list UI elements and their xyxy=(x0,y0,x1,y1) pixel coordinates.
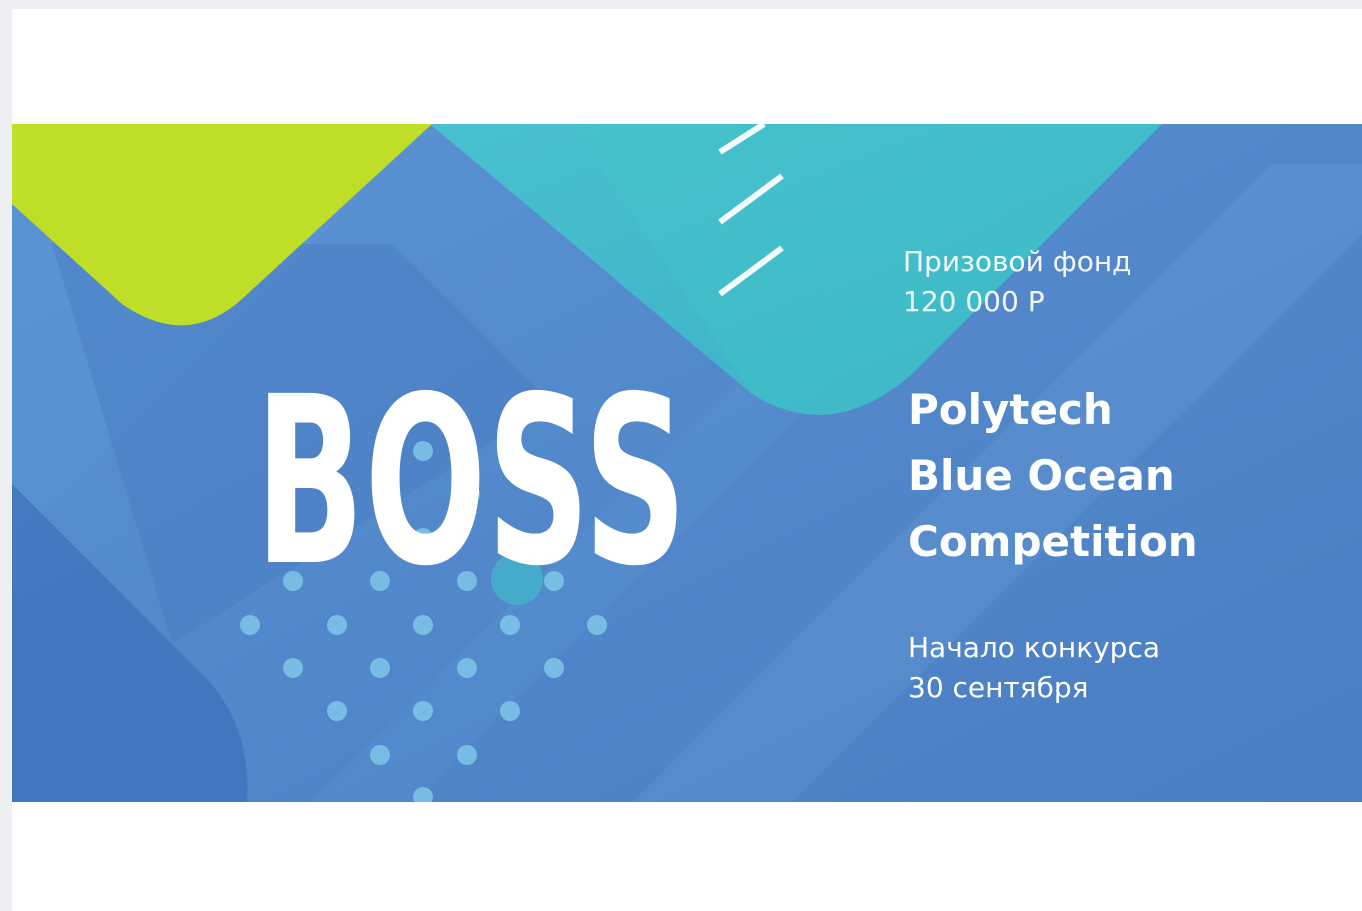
boss-logo: BOSS xyxy=(255,374,687,579)
competition-banner: BOSS Призовой фонд 120 000 Р Polytech Bl… xyxy=(12,124,1362,802)
start-label: Начало конкурса xyxy=(908,631,1160,664)
prize-fund: Призовой фонд 120 000 Р xyxy=(903,242,1132,322)
boss-logo-text: BOSS xyxy=(255,374,687,579)
start-date: 30 сентября xyxy=(908,671,1089,704)
title-line: Competition xyxy=(908,517,1198,566)
prize-fund-amount: 120 000 Р xyxy=(903,285,1045,318)
prize-fund-label: Призовой фонд xyxy=(903,245,1132,278)
competition-start: Начало конкурса 30 сентября xyxy=(908,628,1160,708)
title-line: Polytech xyxy=(908,385,1113,434)
competition-title: Polytech Blue Ocean Competition xyxy=(908,377,1198,575)
title-line: Blue Ocean xyxy=(908,451,1175,500)
